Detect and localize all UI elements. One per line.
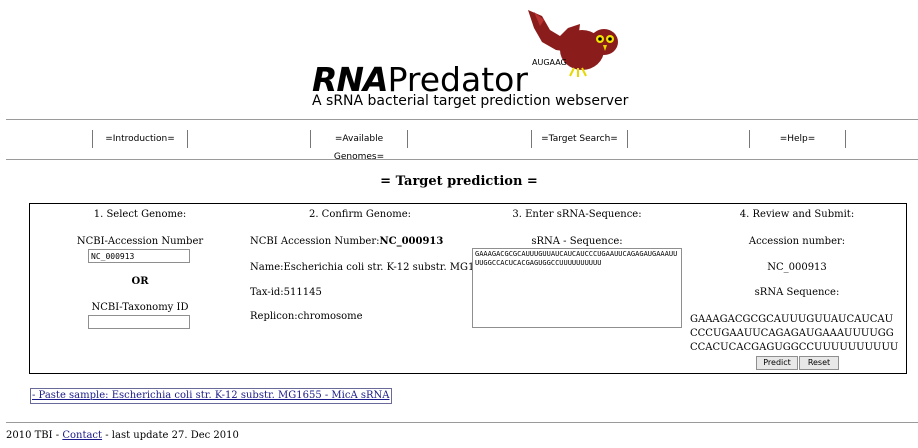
confirm-accession: NCBI Accession Number:NC_000913 xyxy=(250,236,443,247)
owl-mascot-icon xyxy=(528,10,618,77)
page-title: = Target prediction = xyxy=(380,174,538,189)
or-label: OR xyxy=(131,276,149,287)
accession-number-input[interactable] xyxy=(88,249,190,263)
step-review-heading: 4. Review and Submit: xyxy=(739,209,855,220)
footer-prefix: 2010 TBI - xyxy=(6,430,60,441)
nav-separator xyxy=(187,130,188,148)
srna-sequence-label: sRNA - Sequence: xyxy=(531,236,623,247)
srna-sequence-input[interactable]: GAAAGACGCGCAUUUGUUAUCAUCAUCCCUGAAUUCAGAG… xyxy=(472,248,682,328)
taxonomy-id-label: NCBI-Taxonomy ID xyxy=(91,302,189,313)
step-select-genome-heading: 1. Select Genome: xyxy=(93,209,187,220)
step-enter-srna-heading: 3. Enter sRNA-Sequence: xyxy=(512,209,642,220)
footer-suffix: - last update 27. Dec 2010 xyxy=(105,430,239,441)
divider-bottom xyxy=(6,422,918,423)
nav-separator xyxy=(407,130,408,148)
nav-separator xyxy=(627,130,628,148)
predict-button[interactable]: Predict xyxy=(756,356,798,370)
confirm-accession-label: NCBI Accession Number: xyxy=(250,236,380,247)
nav-separator xyxy=(845,130,846,148)
logo-sequence: AUGAAG xyxy=(532,58,567,67)
footer: 2010 TBI - Contact - last update 27. Dec… xyxy=(6,430,239,441)
reset-button[interactable]: Reset xyxy=(799,356,839,370)
contact-link[interactable]: Contact xyxy=(62,430,102,441)
nav-help[interactable]: =Help= xyxy=(750,130,845,148)
taxonomy-id-input[interactable] xyxy=(88,315,190,329)
accession-number-label: NCBI-Accession Number xyxy=(76,236,204,247)
paste-sample-link[interactable]: - Paste sample: Escherichia coli str. K-… xyxy=(30,388,392,404)
review-sequence-value: GAAAGACGCGCAUUUGUUAUCAUCAUCCCUGAAUUCAGAG… xyxy=(690,314,899,353)
divider-nav xyxy=(6,159,918,160)
confirm-tax-id: Tax-id:511145 xyxy=(250,287,322,298)
confirm-genome-name: Name:Escherichia coli str. K-12 substr. … xyxy=(250,262,494,273)
divider-top xyxy=(6,119,918,120)
review-sequence-label: sRNA Sequence: xyxy=(754,287,840,298)
logo-sequence-text: AUGAAG xyxy=(532,58,567,67)
review-accession-value: NC_000913 xyxy=(767,262,827,273)
nav-target-search[interactable]: =Target Search= xyxy=(532,130,627,148)
step-confirm-genome-heading: 2. Confirm Genome: xyxy=(308,209,412,220)
confirm-replicon: Replicon:chromosome xyxy=(250,311,363,322)
nav-introduction[interactable]: =Introduction= xyxy=(93,130,187,148)
nav-available-genomes[interactable]: =Available Genomes= xyxy=(311,130,407,162)
logo-subtitle: A sRNA bacterial target prediction webse… xyxy=(312,93,629,109)
review-accession-label: Accession number: xyxy=(748,236,846,247)
confirm-accession-value: NC_000913 xyxy=(379,236,444,247)
